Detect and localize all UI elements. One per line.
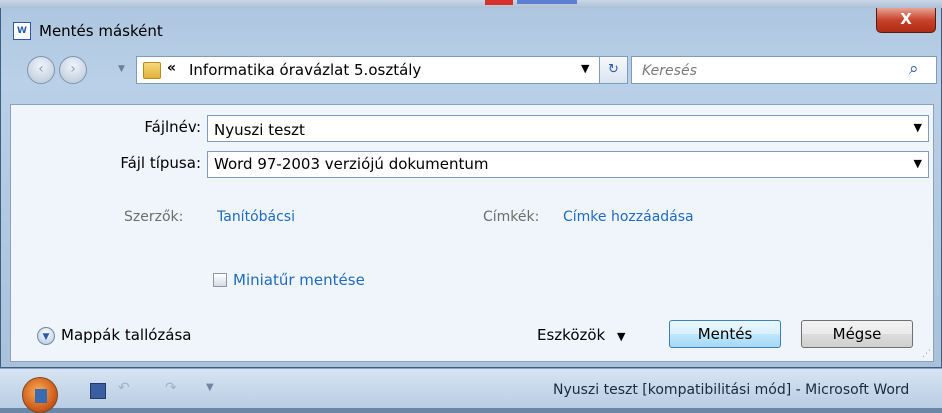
filename-input[interactable] — [208, 116, 896, 143]
filetype-select[interactable]: Word 97-2003 verziójú dokumentum ▼ — [207, 151, 929, 178]
background-red-mark — [485, 0, 513, 5]
expand-chevron-icon[interactable]: ▼ — [37, 327, 55, 345]
resize-grip[interactable]: ⋰ — [922, 349, 931, 359]
filename-dropdown-icon[interactable]: ▼ — [914, 121, 922, 134]
back-button[interactable]: ‹ — [27, 56, 55, 84]
quick-save-icon[interactable] — [90, 383, 106, 399]
search-icon[interactable]: ⌕ — [909, 59, 929, 81]
filetype-value: Word 97-2003 verziójú dokumentum — [214, 155, 489, 173]
browse-folders-label[interactable]: Mappák tallózása — [61, 326, 191, 344]
authors-label: Szerzők: — [124, 209, 184, 225]
tags-label: Címkék: — [483, 209, 540, 225]
tags-value[interactable]: Címke hozzáadása — [563, 209, 694, 225]
word-doc-icon: W — [13, 22, 31, 40]
dialog-title: Mentés másként — [39, 22, 163, 40]
background-window-strip — [0, 0, 942, 8]
save-options-panel: Fájlnév: ▼ Fájl típusa: Word 97-2003 ver… — [10, 104, 934, 362]
search-input[interactable] — [632, 57, 914, 85]
search-box[interactable]: ⌕ — [631, 56, 937, 85]
breadcrumb-path[interactable]: Informatika óravázlat 5.osztály — [189, 61, 421, 79]
word-window-title: Nyuszi teszt [kompatibilitási mód] - Mic… — [553, 382, 910, 398]
folder-icon — [143, 62, 161, 79]
address-bar[interactable]: « Informatika óravázlat 5.osztály ▼ — [136, 56, 600, 84]
thumbnail-label[interactable]: Miniatűr mentése — [233, 271, 365, 289]
address-dropdown-icon[interactable]: ▼ — [581, 62, 589, 75]
save-button[interactable]: Mentés — [669, 320, 781, 348]
title-bar[interactable]: W Mentés másként X — [1, 8, 941, 52]
filename-field[interactable]: ▼ — [207, 115, 929, 143]
breadcrumb-separator[interactable]: « — [167, 60, 176, 76]
background-blue-mark — [517, 0, 577, 4]
office-logo-icon — [35, 389, 47, 403]
filename-label: Fájlnév: — [144, 118, 201, 136]
thumbnail-checkbox[interactable] — [213, 273, 227, 287]
word-title-bar: ↶ ↷ ▼ Nyuszi teszt [kompatibilitási mód]… — [0, 368, 942, 413]
cancel-button[interactable]: Mégse — [801, 320, 913, 348]
filetype-dropdown-icon[interactable]: ▼ — [914, 157, 922, 170]
redo-icon[interactable]: ↷ — [165, 380, 177, 396]
tools-menu[interactable]: Eszközök — [537, 326, 605, 344]
tools-dropdown-icon[interactable]: ▼ — [617, 330, 625, 343]
customize-toolbar-icon[interactable]: ▼ — [206, 382, 214, 393]
navigation-bar: ‹ › ▼ « Informatika óravázlat 5.osztály … — [1, 52, 941, 90]
authors-value[interactable]: Tanítóbácsi — [217, 209, 295, 225]
office-button[interactable] — [22, 377, 58, 413]
close-button[interactable]: X — [876, 8, 936, 33]
filetype-label: Fájl típusa: — [120, 154, 201, 172]
save-as-dialog: W Mentés másként X ‹ › ▼ « Informatika ó… — [0, 8, 942, 368]
undo-icon[interactable]: ↶ — [118, 380, 130, 396]
refresh-button[interactable]: ↻ — [600, 56, 628, 84]
recent-pages-dropdown[interactable]: ▼ — [118, 64, 125, 74]
forward-button[interactable]: › — [59, 56, 87, 84]
